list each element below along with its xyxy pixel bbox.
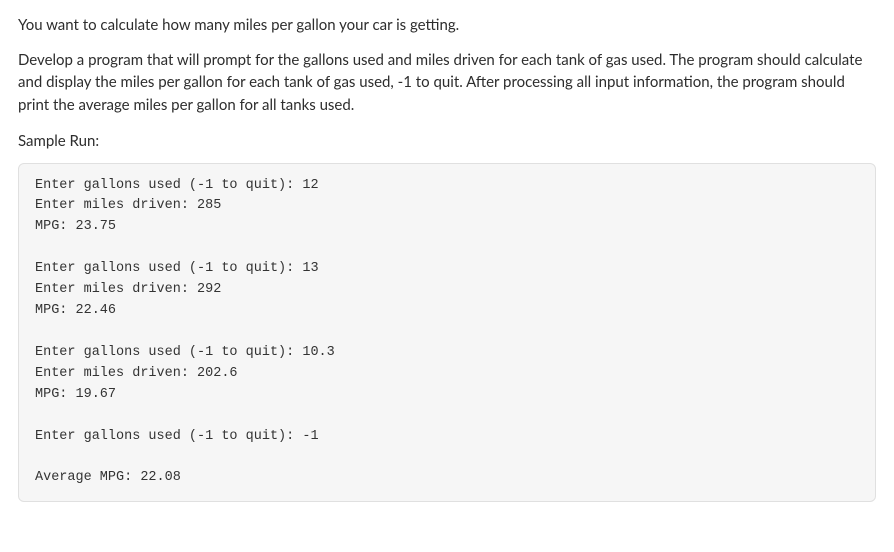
sample-run-label: Sample Run: bbox=[18, 130, 876, 153]
sample-run-output: Enter gallons used (-1 to quit): 12 Ente… bbox=[18, 163, 876, 503]
intro-paragraph-2: Develop a program that will prompt for t… bbox=[18, 49, 876, 117]
intro-paragraph-1: You want to calculate how many miles per… bbox=[18, 14, 876, 37]
